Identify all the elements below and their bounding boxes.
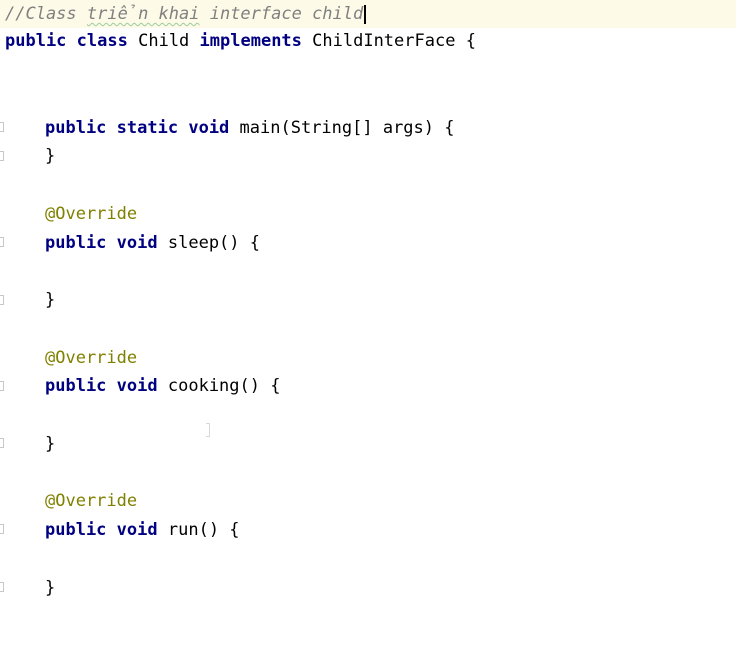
code-editor[interactable]: //Class triển khai interface child publi…	[0, 0, 736, 609]
text-caret	[364, 4, 367, 24]
code-line-sleep-signature[interactable]: public void sleep() {	[0, 229, 736, 257]
code-line-annotation[interactable]: @Override	[0, 200, 736, 228]
class-declaration: public class Child implements ChildInter…	[5, 31, 476, 51]
code-line-class-declaration[interactable]: public class Child implements ChildInter…	[0, 27, 736, 55]
override-annotation: @Override	[45, 348, 138, 368]
code-line-run-signature[interactable]: public void run() {	[0, 516, 736, 544]
cooking-method-signature: public void cooking() {	[45, 376, 281, 396]
comment-text: //Class triển khai interface child	[5, 0, 367, 28]
override-annotation: @Override	[45, 204, 138, 224]
code-line-cooking-close[interactable]: }	[0, 430, 736, 458]
sleep-method-signature: public void sleep() {	[45, 233, 260, 253]
override-annotation: @Override	[45, 491, 138, 511]
code-line-annotation[interactable]: @Override	[0, 487, 736, 515]
run-method-signature: public void run() {	[45, 520, 240, 540]
code-line-comment[interactable]: //Class triển khai interface child	[0, 0, 736, 28]
closing-brace: }	[45, 290, 56, 310]
closing-brace: }	[45, 578, 56, 598]
code-line-annotation[interactable]: @Override	[0, 344, 736, 372]
code-line-sleep-close[interactable]: }	[0, 286, 736, 314]
closing-brace: }	[45, 434, 56, 454]
code-line-cooking-signature[interactable]: public void cooking() {	[0, 372, 736, 400]
code-line-main-close[interactable]: }	[0, 142, 736, 170]
code-line-run-close[interactable]: }	[0, 574, 736, 602]
code-line-main-signature[interactable]: public static void main(String[] args) {	[0, 114, 736, 142]
closing-brace: }	[45, 146, 56, 166]
spellcheck-underlined-word: triển khai	[86, 4, 200, 24]
main-method-signature: public static void main(String[] args) {	[45, 118, 455, 138]
